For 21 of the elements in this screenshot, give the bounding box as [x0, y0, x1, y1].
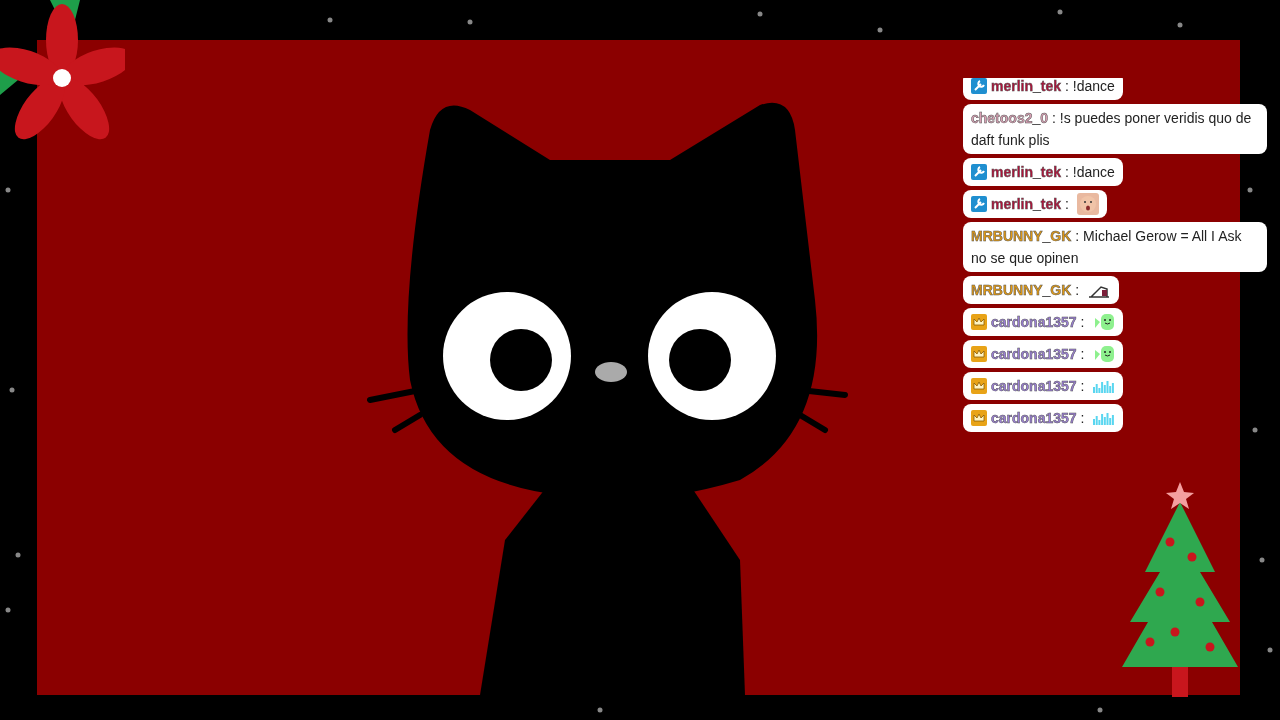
- chat-message-text: chetoos2_0 : !s puedes poner veridis quo de daft funk plis: [971, 109, 1253, 150]
- chat-message-text: cardona1357 :: [991, 313, 1085, 332]
- crown-icon: [971, 410, 987, 426]
- chat-message-text: merlin_tek :: [991, 195, 1069, 214]
- face-emote-icon: [1076, 193, 1099, 215]
- chat-message-text: MRBUNNY_GK : Michael Gerow = All I Ask no se que opinen: [971, 227, 1243, 268]
- chat-message-text: cardona1357 :: [991, 345, 1085, 364]
- crown-icon: [971, 314, 987, 330]
- ghost-emote-icon: [1092, 344, 1115, 364]
- crown-icon: [971, 346, 987, 362]
- chat-message-text: cardona1357 :: [991, 409, 1085, 428]
- chat-message-text: merlin_tek : !dance: [991, 78, 1115, 96]
- chat-message-text: merlin_tek : !dance: [991, 163, 1115, 182]
- crown-icon: [971, 378, 987, 394]
- chat-message-text: cardona1357 :: [991, 377, 1085, 396]
- equalizer-emote-icon: [1092, 379, 1115, 393]
- ghost-emote-icon: [1092, 312, 1115, 332]
- wrench-icon: [971, 196, 987, 212]
- wrench-icon: [971, 164, 987, 180]
- equalizer-emote-icon: [1092, 411, 1115, 425]
- chat-message-text: MRBUNNY_GK :: [971, 281, 1080, 300]
